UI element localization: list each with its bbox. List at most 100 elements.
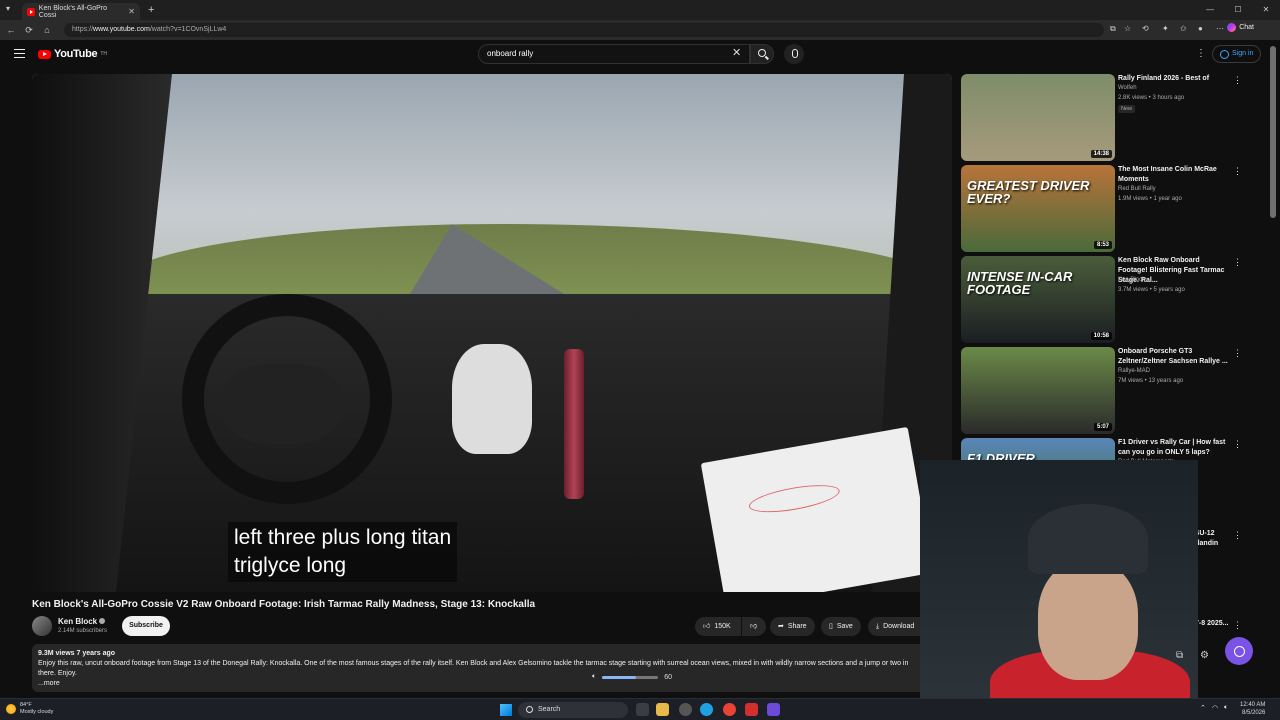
url-host: www.youtube.com <box>93 26 150 33</box>
download-button[interactable]: ⤓ Download <box>868 617 928 636</box>
video-thumbnail[interactable]: GREATEST DRIVER EVER? 8:53 <box>961 165 1115 252</box>
new-tab-button[interactable]: + <box>148 4 154 16</box>
settings-menu-icon[interactable]: ⋮ <box>1196 48 1206 59</box>
recommended-video[interactable]: INTENSE IN-CAR FOOTAGE 10:58 Ken Block Raw… <box>961 256 1251 343</box>
refresh-page-icon[interactable]: ⟲ <box>1142 24 1149 33</box>
video-options-icon[interactable]: ⋮ <box>1233 257 1242 268</box>
recommended-channel[interactable]: Ken Block <box>1118 277 1145 283</box>
video-options-icon[interactable]: ⋮ <box>1233 620 1242 631</box>
tray-chevron-icon[interactable]: ⌃ <box>1200 704 1206 712</box>
task-view-icon[interactable] <box>636 703 649 716</box>
youtube-logo[interactable]: YouTube TH <box>38 48 107 60</box>
app-icon[interactable] <box>767 703 780 716</box>
recommended-channel[interactable]: Red Bull Rally <box>1118 186 1156 192</box>
video-options-icon[interactable]: ⋮ <box>1233 166 1242 177</box>
volume-flyout[interactable]: 🔈︎ 60 <box>592 670 692 684</box>
tab-close-icon[interactable]: ✕ <box>128 7 135 16</box>
reload-icon[interactable]: ⟳ <box>20 25 38 36</box>
page-scrollbar[interactable] <box>1270 46 1276 218</box>
show-more-link[interactable]: ...more <box>38 679 926 689</box>
views-and-date: 9.3M views 7 years ago <box>38 650 116 657</box>
address-bar[interactable]: https://www.youtube.com/watch?v=1COvnSjL… <box>64 23 1104 37</box>
favorite-star-icon[interactable]: ☆ <box>1124 24 1131 33</box>
recommended-channel[interactable]: Wolfeh <box>1118 85 1137 91</box>
channel-name-text: Ken Block <box>58 617 98 626</box>
recommended-meta: 2.8K views • 3 hours ago <box>1118 95 1185 101</box>
browser-tab[interactable]: Ken Block's All-GoPro Cossi ✕ <box>22 3 140 20</box>
volume-tray-icon[interactable]: 🔈︎ <box>1224 704 1228 712</box>
recommended-channel[interactable]: Rallye-MAD <box>1118 368 1150 374</box>
like-button[interactable]: 👍︎ 150K <box>695 617 741 636</box>
miniplayer-icon[interactable]: ⧉ <box>1176 650 1183 661</box>
webcam-overlay <box>920 460 1198 720</box>
app-available-icon[interactable]: ⧉ <box>1110 24 1116 34</box>
download-icon: ⤓ <box>876 623 880 630</box>
weather-widget[interactable]: 84°F Mostly cloudy <box>6 702 53 716</box>
video-player[interactable]: left three plus long titan triglyce long <box>32 74 952 592</box>
search-input[interactable]: onboard rally <box>478 44 750 64</box>
favorites-icon[interactable]: ✩ <box>1180 24 1187 33</box>
url-prefix: https:// <box>72 26 94 33</box>
channel-avatar[interactable] <box>32 616 52 636</box>
save-button[interactable]: ▯ Save <box>821 617 861 636</box>
recommended-video-title[interactable]: The Most Insane Colin McRae Moments <box>1118 165 1230 185</box>
video-duration: 5:07 <box>1093 423 1112 431</box>
extensions-icon[interactable]: ✦ <box>1162 24 1169 33</box>
browser-menu-icon[interactable]: ⋯ <box>1216 24 1224 33</box>
video-duration: 10:58 <box>1090 332 1112 340</box>
tab-title: Ken Block's All-GoPro Cossi <box>38 4 108 19</box>
start-button[interactable] <box>500 704 512 716</box>
clear-search-icon[interactable]: ✕ <box>732 46 741 59</box>
search-button[interactable] <box>750 44 774 64</box>
minimize-button[interactable]: — <box>1196 0 1224 20</box>
chrome-browser-icon[interactable] <box>723 703 736 716</box>
recommended-video[interactable]: GREATEST DRIVER EVER? 8:53 The Most Insane… <box>961 165 1251 252</box>
thumbs-up-icon: 👍︎ <box>703 623 711 630</box>
speaker-icon: 🔈︎ <box>592 673 597 680</box>
video-thumbnail[interactable]: 14:38 <box>961 74 1115 161</box>
video-options-icon[interactable]: ⋮ <box>1233 439 1242 450</box>
recommended-video-title[interactable]: Rally Finland 2026 - Best of <box>1118 74 1230 84</box>
profile-icon[interactable]: ● <box>1198 24 1203 33</box>
home-icon[interactable]: ⌂ <box>38 25 56 35</box>
recommended-meta: 3.7M views • 5 years ago <box>1118 287 1185 293</box>
taskbar-search[interactable]: Search <box>518 702 628 718</box>
video-options-icon[interactable]: ⋮ <box>1233 348 1242 359</box>
copilot-chat-button[interactable]: Chat <box>1227 23 1254 32</box>
video-description[interactable]: 9.3M views 7 years ago Enjoy this raw, u… <box>32 644 932 692</box>
video-options-icon[interactable]: ⋮ <box>1233 530 1242 541</box>
back-icon[interactable]: ← <box>2 25 20 35</box>
video-thumbnail[interactable]: 5:07 <box>961 347 1115 434</box>
volume-slider[interactable] <box>602 675 659 679</box>
recommended-video-title[interactable]: Onboard Porsche GT3 Zeltner/Zeltner Sach… <box>1118 347 1230 367</box>
weather-icon <box>6 704 16 714</box>
share-button[interactable]: ➦ Share <box>770 617 815 636</box>
voice-search-button[interactable] <box>784 44 804 64</box>
maximize-button[interactable]: ☐ <box>1224 0 1252 20</box>
file-explorer-icon[interactable] <box>656 703 669 716</box>
recommended-meta: 1.9M views • 1 year ago <box>1118 196 1182 202</box>
window-close-button[interactable]: ✕ <box>1252 0 1280 20</box>
video-options-icon[interactable]: ⋮ <box>1233 75 1242 86</box>
system-clock[interactable]: 12:40 AM 8/5/2026 <box>1240 701 1265 717</box>
floating-action-button[interactable] <box>1225 637 1253 665</box>
settings-app-icon[interactable] <box>679 703 692 716</box>
channel-name[interactable]: Ken Block <box>58 617 106 626</box>
clock-time: 12:40 AM <box>1240 702 1266 708</box>
recommended-video[interactable]: 5:07 Onboard Porsche GT3 Zeltner/Zeltner … <box>961 347 1251 434</box>
menu-icon[interactable] <box>14 49 25 58</box>
sign-in-button[interactable]: Sign in <box>1212 45 1262 63</box>
recommended-video[interactable]: 14:38 Rally Finland 2026 - Best of Wolfeh 2… <box>961 74 1251 161</box>
subscribe-button[interactable]: Subscribe <box>122 616 170 636</box>
edge-browser-icon[interactable] <box>700 703 713 716</box>
caption-line: triglyce long <box>234 554 347 577</box>
search-icon <box>758 49 766 57</box>
tab-actions-icon[interactable]: ▾ <box>6 4 10 13</box>
media-app-icon[interactable] <box>745 703 758 716</box>
recommended-video-title[interactable]: F1 Driver vs Rally Car | How fast can yo… <box>1118 438 1230 458</box>
wifi-icon[interactable]: ◠ <box>1212 704 1218 712</box>
dislike-button[interactable]: 👎︎ <box>742 617 766 636</box>
youtube-favicon-icon <box>27 7 35 16</box>
settings-gear-icon[interactable]: ⚙ <box>1200 650 1209 661</box>
video-thumbnail[interactable]: INTENSE IN-CAR FOOTAGE 10:58 <box>961 256 1115 343</box>
